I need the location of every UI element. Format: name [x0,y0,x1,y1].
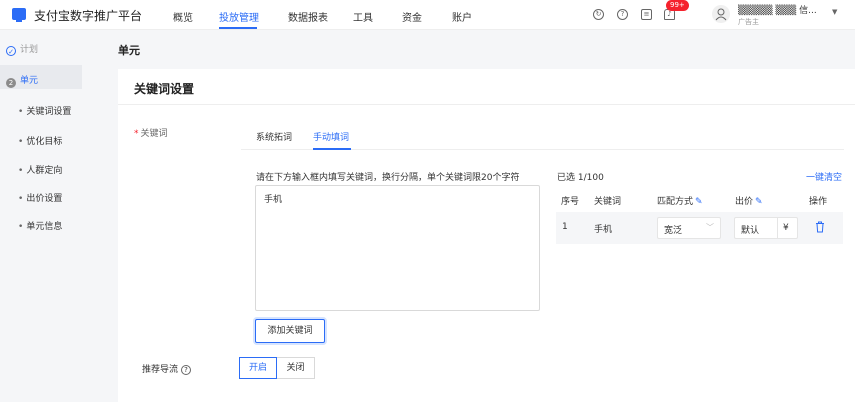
header-match-type-text: 匹配方式 [657,197,694,207]
match-type-select[interactable]: 宽泛 ﹀ [657,217,721,239]
message-icon[interactable]: ≡ [641,9,652,20]
clear-all-link[interactable]: 一键清空 [806,170,842,183]
check-icon: ✓ [6,46,16,56]
nav-active-indicator [219,27,257,29]
toggle-off-button[interactable]: 关闭 [277,357,315,379]
delete-icon[interactable] [815,221,825,233]
chevron-down-icon[interactable]: ▼ [832,8,837,16]
match-type-value: 宽泛 [664,226,683,236]
tab-active-indicator [313,148,351,150]
row-index: 1 [562,222,568,232]
add-keyword-button[interactable]: 添加关键词 [255,319,325,343]
brand-title: 支付宝数字推广平台 [34,9,143,23]
nav-funds[interactable]: 资金 [402,9,422,24]
bid-value: 默认 [741,226,760,236]
divider [118,104,855,105]
sidebar-item-optimization-goal[interactable]: 优化目标 [18,134,62,147]
required-mark: * [134,129,139,139]
sidebar-item-bid-settings[interactable]: 出价设置 [18,191,62,204]
user-role: 广告主 [738,18,759,26]
help-icon[interactable]: ? [181,365,192,375]
sidebar: ✓ 计划 2 单元 关键词设置 优化目标 人群定向 出价设置 单元信息 [0,30,90,402]
tab-manual-input[interactable]: 手动填词 [313,130,349,143]
step-unit-label: 单元 [20,76,39,86]
table-header: 序号 关键词 匹配方式 ✎ 出价 ✎ 操作 [556,185,843,211]
nav-campaign-management[interactable]: 投放管理 [219,9,259,24]
card-title: 关键词设置 [134,82,195,96]
recommend-label-text: 推荐导流 [142,365,179,375]
refresh-icon[interactable]: ↻ [593,9,604,20]
sidebar-item-keyword-settings[interactable]: 关键词设置 [18,104,71,117]
recommend-toggle: 开启 关闭 [239,357,315,379]
help-icon[interactable]: ? [617,9,628,20]
nav-account[interactable]: 账户 [452,9,472,24]
header-actions: 操作 [809,197,828,207]
top-bar: 支付宝数字推广平台 概览 投放管理 数据报表 工具 资金 账户 ↻ ? ≡ ♪ … [0,0,855,30]
keyword-settings-card: 关键词设置 * 关键词 系统拓词 手动填词 请在下方输入框内填写关键词，换行分隔，… [118,69,855,402]
nav-tools[interactable]: 工具 [353,9,373,24]
tab-system-expand[interactable]: 系统拓词 [256,130,292,143]
step-number-badge: 2 [6,78,16,88]
header-bid-text: 出价 [735,197,754,207]
keyword-field-label: * 关键词 [134,126,168,139]
header-bid: 出价 ✎ [735,194,763,207]
bid-input[interactable]: 默认 ¥ [734,217,798,239]
user-name[interactable]: ▒▒▒▒▒ ▒▒▒ 信... [738,3,817,16]
step-plan[interactable]: ✓ 计划 [6,42,38,56]
logo-icon [12,8,26,22]
keyword-textarea[interactable]: 手机 [255,185,540,311]
avatar[interactable] [712,5,730,23]
sidebar-item-unit-info[interactable]: 单元信息 [18,219,62,232]
notification-badge: 99+ [666,0,689,11]
edit-icon[interactable]: ✎ [755,197,763,207]
keyword-label-text: 关键词 [140,129,168,139]
recommend-traffic-label: 推荐导流? [142,362,192,375]
user-icon [715,8,727,21]
nav-data-reports[interactable]: 数据报表 [288,9,328,24]
step-plan-label: 计划 [20,45,39,55]
row-keyword: 手机 [594,225,613,235]
keyword-input-hint: 请在下方输入框内填写关键词，换行分隔，单个关键词限20个字符 [256,173,520,183]
toggle-on-button[interactable]: 开启 [239,357,277,379]
edit-icon[interactable]: ✎ [695,197,703,207]
page-title: 单元 [118,44,140,57]
table-row: 1 手机 宽泛 ﹀ 默认 ¥ [556,212,843,244]
bid-separator [777,218,778,238]
selected-count: 已选 1/100 [557,173,604,183]
chevron-down-icon: ﹀ [706,223,714,232]
header-index: 序号 [561,197,580,207]
sidebar-item-audience-targeting[interactable]: 人群定向 [18,163,62,176]
step-unit[interactable]: 2 单元 [6,73,38,88]
currency-symbol: ¥ [783,223,789,233]
nav-overview[interactable]: 概览 [173,9,193,24]
header-keyword: 关键词 [594,197,622,207]
header-match-type: 匹配方式 ✎ [657,194,703,207]
